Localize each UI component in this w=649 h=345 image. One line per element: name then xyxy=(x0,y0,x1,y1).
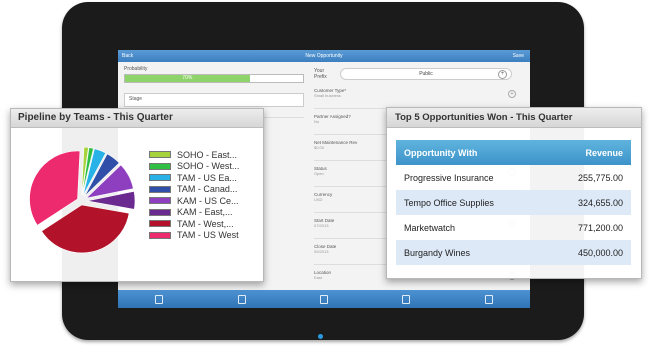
probability-fill: 70% xyxy=(125,75,250,82)
form-field[interactable]: Currency USD xyxy=(314,192,332,202)
legend-item: TAM - West,... xyxy=(149,218,239,230)
opportunity-name-cell: Burgandy Wines xyxy=(396,240,546,265)
form-field-value: East xyxy=(314,275,323,280)
form-field[interactable]: Net Maintenance Rev $0.00 xyxy=(314,140,357,150)
opportunity-name-cell: Marketwatch xyxy=(404,222,456,233)
table-row[interactable]: Marketwatch 771,200.00 xyxy=(396,215,631,240)
save-button[interactable]: Save xyxy=(513,50,524,62)
form-field[interactable]: Close Date 09/2013 xyxy=(314,244,336,254)
form-field-value: 09/2013 xyxy=(314,249,329,254)
form-field[interactable]: Status Open xyxy=(314,166,327,176)
app-title: New Opportunity xyxy=(305,53,343,59)
legend-item: KAM - East,... xyxy=(149,207,239,219)
form-field[interactable]: Customer Type* Small business xyxy=(314,88,346,98)
form-field-value: Open xyxy=(314,171,324,176)
legend-swatch xyxy=(149,162,171,170)
legend-item: TAM - Canad... xyxy=(149,184,239,196)
form-field-label: Partner Assigned? xyxy=(314,114,351,119)
revenue-cell: 771,200.00 xyxy=(577,222,623,233)
legend-swatch xyxy=(149,151,171,159)
table-row[interactable]: Tempo Office Supplies 324,655.00 xyxy=(396,190,631,215)
column-header-opportunity[interactable]: Opportunity With xyxy=(396,140,546,165)
top-opportunities-title: Top 5 Opportunities Won - This Quarter xyxy=(387,108,641,128)
table-row[interactable]: Progressive Insurance 255,775.00 xyxy=(396,165,631,190)
legend-item: TAM - US Ea... xyxy=(149,172,239,184)
form-field[interactable]: Location East xyxy=(314,270,331,280)
opportunities-table-body: Progressive Insurance 255,775.00 Tempo Off… xyxy=(396,165,631,265)
attachment-icon[interactable] xyxy=(484,294,493,304)
legend-item: KAM - US Ce... xyxy=(149,195,239,207)
notes-icon[interactable] xyxy=(402,294,411,304)
pipeline-pie-chart xyxy=(29,146,136,254)
probability-label: Probability xyxy=(124,66,148,72)
form-field-value: USD xyxy=(314,197,323,202)
form-field[interactable]: Start Date 07/2013 xyxy=(314,218,334,228)
legend-swatch xyxy=(149,208,171,216)
opportunity-name-cell: Tempo Office Supplies xyxy=(396,190,546,215)
app-header: Back New Opportunity Save xyxy=(118,50,530,62)
column-header-revenue[interactable]: Revenue xyxy=(545,140,631,165)
add-icon[interactable]: + xyxy=(498,70,507,79)
form-field-value: No xyxy=(314,119,320,124)
form-field[interactable]: Partner Assigned? No xyxy=(314,114,351,124)
legend-label: KAM - US Ce... xyxy=(177,195,239,206)
calendar-icon[interactable] xyxy=(237,294,246,304)
field-add-icon[interactable]: + xyxy=(508,90,516,98)
opportunity-name-cell: Progressive Insurance xyxy=(404,172,494,183)
bottom-toolbar xyxy=(118,290,530,308)
pipeline-chart-panel: Pipeline by Teams - This Quarter SOHO - … xyxy=(10,108,264,282)
legend-swatch xyxy=(149,197,171,205)
legend-swatch xyxy=(149,231,171,239)
legend-swatch xyxy=(149,220,171,228)
legend-label: SOHO - West... xyxy=(177,161,240,172)
legend-item: SOHO - West... xyxy=(149,161,239,173)
prefix-value: Public xyxy=(419,71,433,77)
probability-slider[interactable]: 70% xyxy=(124,74,304,83)
legend-item: SOHO - East... xyxy=(149,149,239,161)
legend-label: TAM - US West xyxy=(177,230,239,241)
stage-field[interactable]: Stage xyxy=(124,93,304,107)
legend-swatch xyxy=(149,174,171,182)
contacts-icon[interactable] xyxy=(155,294,164,304)
legend-swatch xyxy=(149,185,171,193)
table-row[interactable]: Burgandy Wines 450,000.00 xyxy=(396,240,631,265)
form-field-value: $0.00 xyxy=(314,145,325,150)
top-opportunities-panel: Top 5 Opportunities Won - This Quarter O… xyxy=(386,107,642,279)
prefix-select[interactable]: Public + xyxy=(340,68,512,80)
prefix-label: Your Prefix xyxy=(314,68,327,80)
legend-label: TAM - West,... xyxy=(177,218,234,229)
legend-label: SOHO - East... xyxy=(177,149,238,160)
opportunities-table: Opportunity With Revenue Progressive Ins… xyxy=(396,140,631,265)
revenue-cell: 450,000.00 xyxy=(545,240,631,265)
legend-label: TAM - Canad... xyxy=(177,184,238,195)
form-field-value: 07/2013 xyxy=(314,223,329,228)
camera-dot xyxy=(318,334,323,339)
legend-label: KAM - East,... xyxy=(177,207,233,218)
table-header-row: Opportunity With Revenue xyxy=(396,140,631,165)
revenue-cell: 324,655.00 xyxy=(545,190,631,215)
legend-label: TAM - US Ea... xyxy=(177,172,237,183)
pipeline-title: Pipeline by Teams - This Quarter xyxy=(11,109,263,128)
form-field-value: Small business xyxy=(314,93,341,98)
document-icon[interactable] xyxy=(319,294,328,304)
pipeline-legend: SOHO - East... SOHO - West... TAM - US Ea.… xyxy=(149,149,239,241)
legend-item: TAM - US West xyxy=(149,230,239,242)
revenue-cell: 255,775.00 xyxy=(577,172,623,183)
